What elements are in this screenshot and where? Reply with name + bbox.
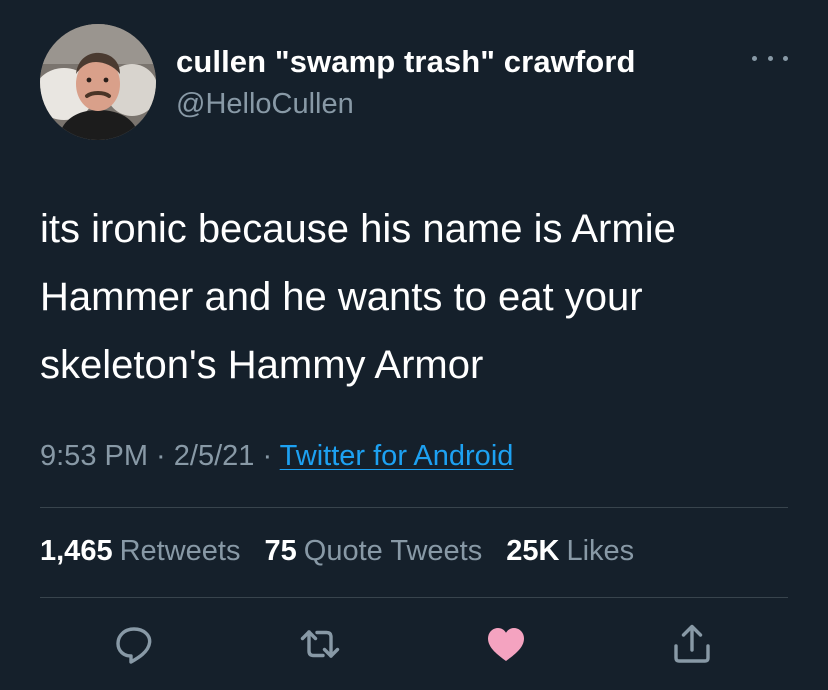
author-display-name[interactable]: cullen "swamp trash" crawford (176, 44, 636, 80)
retweet-button[interactable] (298, 622, 342, 666)
retweets-stat[interactable]: 1,465 Retweets (40, 535, 240, 567)
more-dot-icon (752, 55, 757, 61)
divider (40, 507, 788, 508)
action-bar (0, 622, 828, 670)
share-icon (674, 624, 710, 663)
tweet-text: its ironic because his name is Armie Ham… (40, 207, 676, 387)
retweet-icon (300, 630, 340, 658)
retweets-label: Retweets (119, 535, 241, 567)
tweet-time[interactable]: 9:53 PM (40, 440, 148, 472)
heart-icon (488, 628, 524, 661)
profile-photo-icon (40, 24, 156, 140)
more-dot-icon (767, 55, 773, 61)
tweet-source-link[interactable]: Twitter for Android (280, 440, 514, 472)
more-options-button[interactable] (752, 46, 788, 70)
divider (40, 597, 788, 598)
likes-stat[interactable]: 25K Likes (506, 535, 634, 567)
tweet-date[interactable]: 2/5/21 (174, 440, 255, 472)
likes-label: Likes (566, 535, 635, 567)
reply-button[interactable] (112, 622, 156, 666)
reply-icon (116, 627, 152, 664)
quote-tweets-label: Quote Tweets (303, 535, 483, 567)
quote-tweets-stat[interactable]: 75 Quote Tweets (265, 535, 483, 567)
meta-separator: · (254, 440, 280, 472)
author-handle[interactable]: @HelloCullen (176, 88, 354, 121)
more-dot-icon (783, 55, 788, 61)
avatar[interactable] (40, 24, 156, 140)
like-button[interactable] (484, 622, 528, 666)
tweet-stats: 1,465 Retweets 75 Quote Tweets 25K Likes (40, 535, 650, 568)
meta-separator: · (148, 440, 174, 472)
share-button[interactable] (670, 622, 714, 666)
likes-count: 25K (506, 535, 560, 567)
tweet-card: cullen "swamp trash" crawford @HelloCull… (0, 0, 828, 690)
tweet-meta: 9:53 PM · 2/5/21 · Twitter for Android (40, 440, 513, 473)
retweets-count: 1,465 (40, 535, 113, 567)
quote-tweets-count: 75 (264, 535, 297, 567)
